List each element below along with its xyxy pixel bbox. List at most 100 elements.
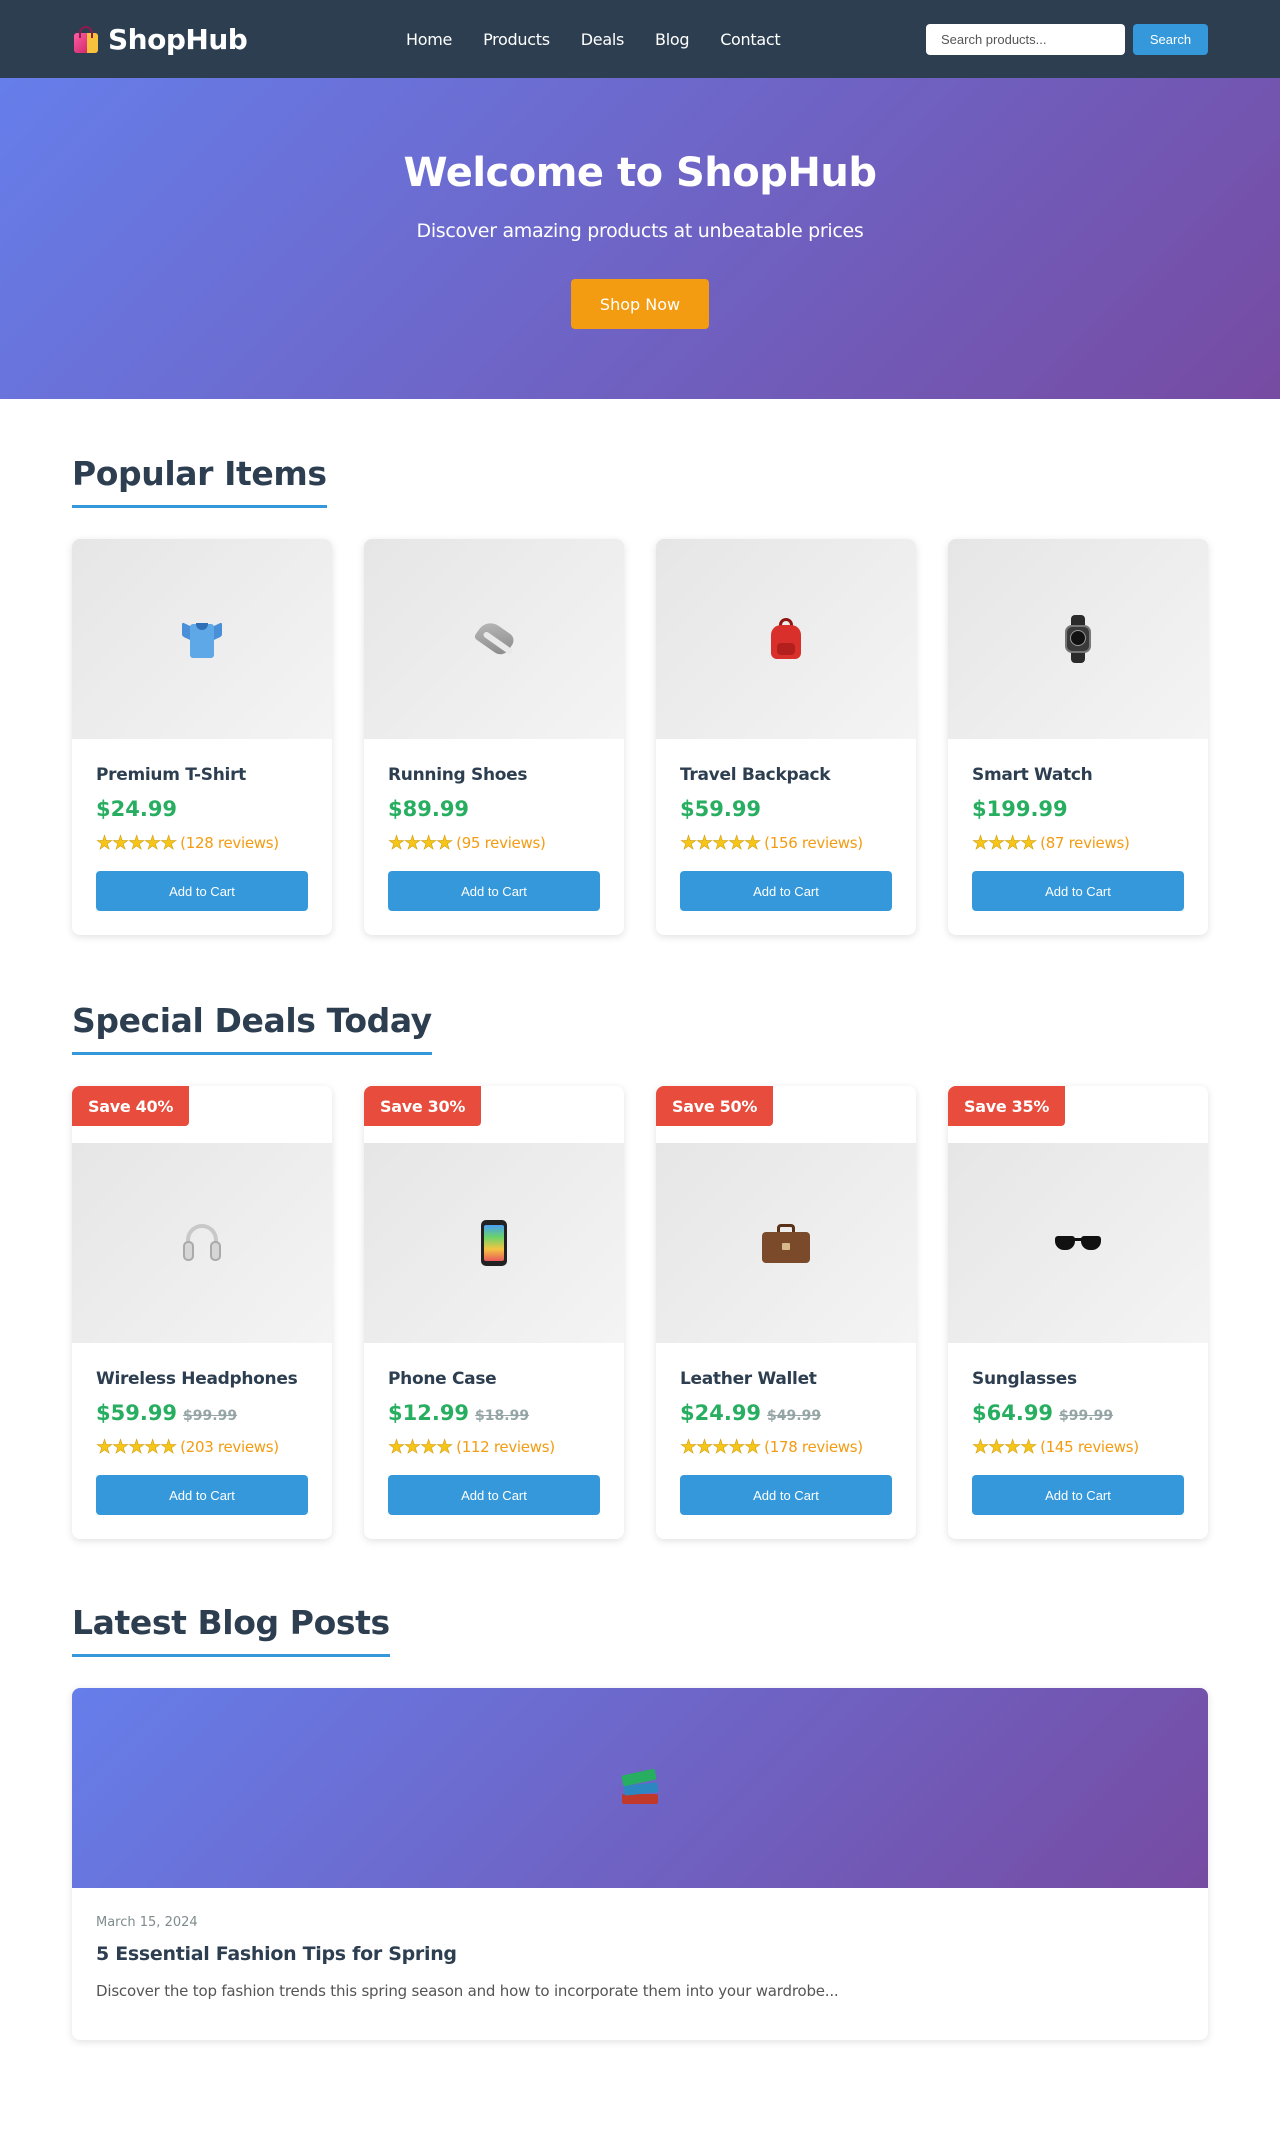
product-card[interactable]: Travel Backpack $59.99 ★★★★★ (156 reviews… [656,539,916,935]
nav-link-deals[interactable]: Deals [581,30,625,49]
briefcase-icon [762,1223,810,1263]
product-name[interactable]: Running Shoes [388,765,600,785]
product-card[interactable]: Smart Watch $199.99 ★★★★ (87 reviews) Add… [948,539,1208,935]
star-rating-icon: ★★★★ [972,832,1038,855]
product-image [656,1143,916,1343]
nav-link-blog[interactable]: Blog [655,30,689,49]
popular-items-section: Popular Items Premium T-Shirt $24.99 ★★★… [0,399,1280,935]
product-price: $24.99 [680,1401,762,1425]
star-rating-icon: ★★★★★ [96,832,178,855]
deal-card[interactable]: Save 30% Phone Case $12.99 $18.99 ★★★★ (11… [364,1086,624,1539]
product-rating: ★★★★ (87 reviews) [972,832,1184,855]
add-to-cart-button[interactable]: Add to Cart [972,1475,1184,1515]
logo-text: ShopHub [108,22,248,56]
product-price: $12.99 [388,1401,470,1425]
star-rating-icon: ★★★★ [972,1436,1038,1459]
product-card[interactable]: Running Shoes $89.99 ★★★★ (95 reviews) Ad… [364,539,624,935]
blog-post-card[interactable]: March 15, 2024 5 Essential Fashion Tips … [72,1688,1208,2040]
review-count[interactable]: (87 reviews) [1040,834,1130,852]
review-count[interactable]: (203 reviews) [180,1438,279,1456]
discount-badge: Save 40% [72,1086,190,1126]
star-rating-icon: ★★★★ [388,1436,454,1459]
nav-link-products[interactable]: Products [483,30,550,49]
section-title-popular: Popular Items [72,454,327,508]
search-button[interactable]: Search [1133,24,1208,55]
mobile-phone-icon [481,1220,507,1266]
deal-card[interactable]: Save 40% Wireless Headphones $59.99 $99.9… [72,1086,332,1539]
add-to-cart-button[interactable]: Add to Cart [96,1475,308,1515]
running-shoe-icon [471,617,517,660]
nav-link-contact[interactable]: Contact [720,30,780,49]
deal-card[interactable]: Save 50% Leather Wallet $24.99 $49.99 ★★★… [656,1086,916,1539]
product-price: $59.99 [680,797,762,821]
backpack-icon [767,617,805,661]
product-rating: ★★★★★ (203 reviews) [96,1436,308,1459]
blog-post-date: March 15, 2024 [96,1915,198,1930]
review-count[interactable]: (178 reviews) [764,1438,863,1456]
headphones-icon [180,1221,224,1265]
add-to-cart-button[interactable]: Add to Cart [680,1475,892,1515]
product-rating: ★★★★★ (128 reviews) [96,832,308,855]
product-card[interactable]: Premium T-Shirt $24.99 ★★★★★ (128 reviews… [72,539,332,935]
logo[interactable]: ShopHub [72,22,248,56]
product-name[interactable]: Smart Watch [972,765,1184,785]
deal-card[interactable]: Save 35% Sunglasses $64.99 $99.99 ★★★★ (14… [948,1086,1208,1539]
product-image [948,539,1208,739]
popular-product-grid: Premium T-Shirt $24.99 ★★★★★ (128 reviews… [72,539,1208,935]
product-name[interactable]: Phone Case [388,1369,600,1389]
star-rating-icon: ★★★★★ [680,832,762,855]
product-name[interactable]: Leather Wallet [680,1369,892,1389]
discount-badge: Save 50% [656,1086,774,1126]
hero-subtitle: Discover amazing products at unbeatable … [416,220,864,242]
original-price: $99.99 [1059,1408,1114,1424]
site-header: ShopHub Home Products Deals Blog Contact… [0,0,1280,78]
add-to-cart-button[interactable]: Add to Cart [680,871,892,911]
review-count[interactable]: (156 reviews) [764,834,863,852]
product-name[interactable]: Travel Backpack [680,765,892,785]
nav-link-home[interactable]: Home [406,30,452,49]
t-shirt-icon [181,618,223,660]
discount-badge: Save 30% [364,1086,482,1126]
blog-post-image [72,1688,1208,1888]
product-rating: ★★★★★ (178 reviews) [680,1436,892,1459]
search-bar: Search [926,24,1208,55]
star-rating-icon: ★★★★★ [96,1436,178,1459]
original-price: $49.99 [767,1408,822,1424]
review-count[interactable]: (112 reviews) [456,1438,555,1456]
review-count[interactable]: (145 reviews) [1040,1438,1139,1456]
sunglasses-icon [1053,1232,1103,1254]
books-icon [618,1766,662,1810]
product-price: $24.99 [96,797,178,821]
blog-post-excerpt: Discover the top fashion trends this spr… [96,1982,839,2000]
product-name[interactable]: Wireless Headphones [96,1369,308,1389]
product-name[interactable]: Premium T-Shirt [96,765,308,785]
review-count[interactable]: (95 reviews) [456,834,546,852]
product-rating: ★★★★ (95 reviews) [388,832,600,855]
product-image [656,539,916,739]
product-rating: ★★★★★ (156 reviews) [680,832,892,855]
product-image [364,539,624,739]
original-price: $18.99 [475,1408,530,1424]
product-price: $199.99 [972,797,1068,821]
search-input[interactable] [926,24,1125,55]
review-count[interactable]: (128 reviews) [180,834,279,852]
hero-title: Welcome to ShopHub [403,150,877,196]
shop-now-button[interactable]: Shop Now [571,279,709,329]
section-title-deals: Special Deals Today [72,1001,432,1055]
product-name[interactable]: Sunglasses [972,1369,1184,1389]
product-image [364,1143,624,1343]
discount-badge: Save 35% [948,1086,1066,1126]
star-rating-icon: ★★★★★ [680,1436,762,1459]
add-to-cart-button[interactable]: Add to Cart [388,871,600,911]
star-rating-icon: ★★★★ [388,832,454,855]
hero-banner: Welcome to ShopHub Discover amazing prod… [0,78,1280,399]
add-to-cart-button[interactable]: Add to Cart [972,871,1184,911]
add-to-cart-button[interactable]: Add to Cart [388,1475,600,1515]
product-image [72,1143,332,1343]
product-rating: ★★★★ (145 reviews) [972,1436,1184,1459]
blog-post-title[interactable]: 5 Essential Fashion Tips for Spring [96,1943,1184,1965]
product-price: $89.99 [388,797,470,821]
product-image [72,539,332,739]
add-to-cart-button[interactable]: Add to Cart [96,871,308,911]
main-nav: Home Products Deals Blog Contact [406,0,781,78]
